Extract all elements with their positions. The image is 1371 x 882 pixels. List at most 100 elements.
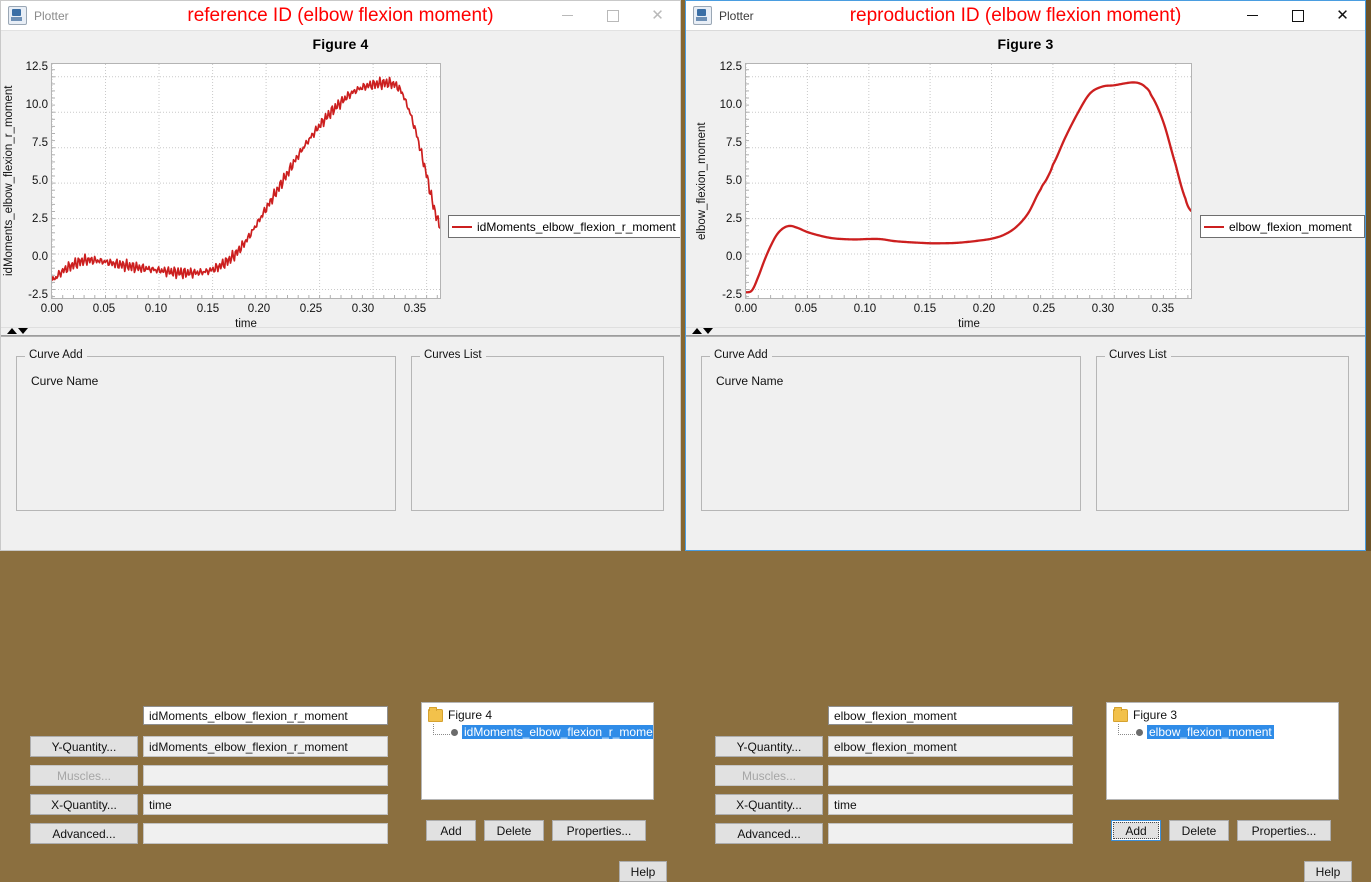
add-button[interactable]: Add (426, 820, 476, 841)
curve-name-input[interactable]: idMoments_elbow_flexion_r_moment (143, 706, 388, 725)
collapse-down-icon[interactable] (703, 328, 713, 334)
x-tick-label: 0.35 (404, 303, 426, 315)
y-quantity-value: idMoments_elbow_flexion_r_moment (149, 740, 348, 754)
titlebar-reference[interactable]: Plotter reference ID (elbow flexion mome… (1, 1, 680, 31)
curve-name-label: Curve Name (716, 374, 826, 388)
plotter-window-reproduction[interactable]: Plotter reproduction ID (elbow flexion m… (685, 0, 1366, 551)
tree-connector-icon (1118, 724, 1135, 735)
properties-button[interactable]: Properties... (552, 820, 646, 841)
add-button[interactable]: Add (1111, 820, 1161, 841)
advanced-button[interactable]: Advanced... (30, 823, 138, 844)
curves-tree-reproduction[interactable]: Figure 3 elbow_flexion_moment (1106, 702, 1339, 800)
curve-name-value: elbow_flexion_moment (834, 709, 957, 723)
x-tick-label: 0.10 (854, 303, 876, 315)
y-tick-label: 0.0 (712, 251, 742, 263)
y-tick-label: 10.0 (712, 99, 742, 111)
muscles-value-field[interactable] (828, 765, 1073, 786)
app-name-label: Plotter (719, 9, 754, 23)
bottom-panel-reference: Curve Add Curve Name idMoments_elbow_fle… (1, 336, 680, 550)
tree-child-label: elbow_flexion_moment (1147, 725, 1274, 739)
legend-line-swatch (1204, 226, 1224, 228)
add-label: Add (440, 824, 461, 838)
splitter-reference[interactable] (1, 327, 680, 336)
advanced-button[interactable]: Advanced... (715, 823, 823, 844)
tree-child-node[interactable]: elbow_flexion_moment (1107, 724, 1338, 740)
chart-legend-reproduction: elbow_flexion_moment (1200, 215, 1365, 238)
close-icon[interactable]: ✕ (635, 1, 680, 31)
delete-button[interactable]: Delete (1169, 820, 1229, 841)
y-tick-label: -2.5 (18, 289, 48, 301)
x-tick-label: 0.30 (352, 303, 374, 315)
plotter-window-reference[interactable]: Plotter reference ID (elbow flexion mome… (0, 0, 681, 551)
x-quantity-value: time (149, 798, 172, 812)
y-quantity-button[interactable]: Y-Quantity... (30, 736, 138, 757)
properties-button[interactable]: Properties... (1237, 820, 1331, 841)
y-tick-label: 0.0 (18, 251, 48, 263)
x-quantity-button[interactable]: X-Quantity... (715, 794, 823, 815)
delete-label: Delete (1182, 824, 1217, 838)
maximize-icon[interactable] (1275, 1, 1320, 31)
chart-svg-reference (52, 64, 440, 298)
tree-child-node[interactable]: idMoments_elbow_flexion_r_moment (422, 724, 653, 740)
minimize-icon[interactable] (545, 1, 590, 31)
y-tick-label: 5.0 (18, 175, 48, 187)
minimize-icon[interactable] (1230, 1, 1275, 31)
figure-title: Figure 3 (686, 31, 1365, 52)
advanced-value-field[interactable] (828, 823, 1073, 844)
splitter-reproduction[interactable] (686, 327, 1365, 336)
y-quantity-value-field[interactable]: elbow_flexion_moment (828, 736, 1073, 757)
tree-root-node[interactable]: Figure 4 (422, 708, 653, 722)
curves-tree-reference[interactable]: Figure 4 idMoments_elbow_flexion_r_momen… (421, 702, 654, 800)
help-button[interactable]: Help (619, 861, 667, 882)
bottom-panel-reproduction: Curve Add Curve Name elbow_flexion_momen… (686, 336, 1365, 550)
y-quantity-label: Y-Quantity... (737, 740, 802, 754)
app-icon (8, 6, 27, 25)
muscles-value-field[interactable] (143, 765, 388, 786)
y-tick-label: 12.5 (18, 61, 48, 73)
x-tick-label: 0.30 (1092, 303, 1114, 315)
collapse-up-icon[interactable] (692, 328, 702, 334)
close-icon[interactable]: ✕ (1320, 1, 1365, 31)
y-axis-label: idMoments_elbow_flexion_r_moment (3, 65, 19, 297)
tree-root-node[interactable]: Figure 3 (1107, 708, 1338, 722)
x-tick-label: 0.20 (248, 303, 270, 315)
titlebar-reproduction[interactable]: Plotter reproduction ID (elbow flexion m… (686, 1, 1365, 31)
y-quantity-button[interactable]: Y-Quantity... (715, 736, 823, 757)
help-label: Help (1316, 865, 1341, 879)
add-label: Add (1125, 824, 1146, 838)
window-controls[interactable]: ✕ (545, 1, 680, 31)
y-tick-label: -2.5 (712, 289, 742, 301)
x-tick-label: 0.00 (41, 303, 63, 315)
y-quantity-value: elbow_flexion_moment (834, 740, 957, 754)
app-name-label: Plotter (34, 9, 69, 23)
maximize-icon[interactable] (590, 1, 635, 31)
y-tick-label: 12.5 (712, 61, 742, 73)
splitter-arrows[interactable] (7, 328, 28, 334)
chart-svg-reproduction (746, 64, 1191, 298)
legend-label: idMoments_elbow_flexion_r_moment (477, 220, 676, 234)
x-quantity-value-field[interactable]: time (143, 794, 388, 815)
x-quantity-button[interactable]: X-Quantity... (30, 794, 138, 815)
collapse-up-icon[interactable] (7, 328, 17, 334)
tree-connector-icon (433, 724, 450, 735)
delete-button[interactable]: Delete (484, 820, 544, 841)
app-icon (693, 6, 712, 25)
advanced-value-field[interactable] (143, 823, 388, 844)
curves-list-group-reference: Curves List (411, 356, 664, 511)
window-controls[interactable]: ✕ (1230, 1, 1365, 31)
curves-list-group-title: Curves List (420, 349, 486, 361)
folder-icon (428, 709, 443, 722)
y-quantity-value-field[interactable]: idMoments_elbow_flexion_r_moment (143, 736, 388, 757)
advanced-label: Advanced... (737, 827, 800, 841)
x-tick-label: 0.05 (795, 303, 817, 315)
x-tick-label: 0.15 (197, 303, 219, 315)
curve-node-icon (1136, 729, 1143, 736)
x-quantity-value-field[interactable]: time (828, 794, 1073, 815)
help-label: Help (631, 865, 656, 879)
x-axis-label: time (191, 318, 301, 327)
splitter-arrows[interactable] (692, 328, 713, 334)
collapse-down-icon[interactable] (18, 328, 28, 334)
x-tick-label: 0.25 (300, 303, 322, 315)
curve-name-input[interactable]: elbow_flexion_moment (828, 706, 1073, 725)
help-button[interactable]: Help (1304, 861, 1352, 882)
